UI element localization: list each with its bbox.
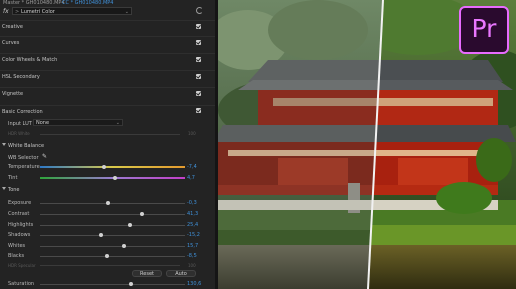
expand-triangle-icon xyxy=(2,143,6,146)
highlights-value[interactable]: 25,4 xyxy=(187,222,198,228)
temperature-knob[interactable] xyxy=(101,165,106,169)
exposure-value[interactable]: -0,3 xyxy=(187,200,197,206)
section-basic-correction[interactable]: Basic Correction xyxy=(2,109,43,115)
section-hsl-secondary[interactable]: HSL Secondary xyxy=(2,74,40,80)
hdr-white-label: HDR White xyxy=(8,131,30,136)
input-lut-dropdown[interactable]: None ⌄ xyxy=(33,119,123,126)
temperature-slider[interactable] xyxy=(40,166,185,168)
reset-button[interactable]: Reset xyxy=(132,270,162,277)
effect-selector-dropdown[interactable]: > Lumetri Color ⌄ xyxy=(12,7,132,15)
saturation-row: Saturation 130,6 xyxy=(0,280,215,288)
contrast-slider[interactable] xyxy=(40,214,185,215)
effect-row: fx > Lumetri Color ⌄ xyxy=(0,6,215,17)
section-vignette[interactable]: Vignette xyxy=(2,91,23,97)
contrast-value[interactable]: 41,3 xyxy=(187,211,198,217)
tint-value[interactable]: 4,7 xyxy=(187,175,195,181)
blacks-slider[interactable] xyxy=(40,256,185,257)
temperature-value[interactable]: -7,4 xyxy=(187,164,197,170)
contrast-label: Contrast xyxy=(8,211,30,217)
tone-row-shadows: Shadows -15,2 xyxy=(0,231,215,239)
white-balance-group[interactable]: White Balance xyxy=(2,143,44,149)
tint-knob[interactable] xyxy=(113,176,118,180)
fx-icon[interactable]: fx xyxy=(3,8,9,15)
hsl-enable-checkbox[interactable] xyxy=(196,74,201,79)
whites-label: Whites xyxy=(8,243,26,249)
section-curves[interactable]: Curves xyxy=(2,40,19,46)
eyedropper-icon[interactable]: ✎ xyxy=(42,153,47,160)
auto-button[interactable]: Auto xyxy=(166,270,196,277)
reset-effect-icon[interactable] xyxy=(196,7,203,14)
shadows-slider[interactable] xyxy=(40,235,185,236)
blacks-label: Blacks xyxy=(8,253,25,259)
vignette-enable-checkbox[interactable] xyxy=(196,91,201,96)
tone-row-exposure: Exposure -0,3 xyxy=(0,199,215,207)
hdr-specular-value: 100 xyxy=(188,263,196,268)
input-lut-value: None xyxy=(36,120,50,126)
white-balance-title: White Balance xyxy=(8,143,45,149)
hdr-white-value: 100 xyxy=(188,131,196,136)
tone-row-contrast: Contrast 41,3 xyxy=(0,210,215,218)
basic-correction-enable-checkbox[interactable] xyxy=(196,108,201,113)
premiere-pro-logo-text: Pr xyxy=(471,14,497,43)
hdr-specular-label: HDR Specular xyxy=(8,263,36,268)
tone-row-blacks: Blacks -8,5 xyxy=(0,252,215,260)
premiere-pro-logo: Pr xyxy=(459,6,509,54)
whites-value[interactable]: 15,7 xyxy=(187,243,198,249)
input-lut-label: Input LUT xyxy=(8,121,32,127)
shadows-knob[interactable] xyxy=(98,233,103,237)
contrast-knob[interactable] xyxy=(139,212,144,216)
color-wheels-enable-checkbox[interactable] xyxy=(196,57,201,62)
hdr-white-slider xyxy=(40,134,180,135)
temperature-row: Temperature -7,4 xyxy=(0,163,215,171)
saturation-slider[interactable] xyxy=(40,284,185,285)
tint-row: Tint 4,7 xyxy=(0,174,215,182)
effect-name: Lumetri Color xyxy=(21,9,55,15)
program-monitor: Pr xyxy=(218,0,516,289)
shadows-value[interactable]: -15,2 xyxy=(187,232,200,238)
saturation-knob[interactable] xyxy=(129,282,134,286)
creative-enable-checkbox[interactable] xyxy=(196,24,201,29)
tone-group[interactable]: Tone xyxy=(2,187,20,193)
expand-triangle-icon xyxy=(2,187,6,190)
exposure-slider[interactable] xyxy=(40,203,185,204)
hdr-specular-slider xyxy=(40,265,180,266)
blacks-value[interactable]: -8,5 xyxy=(187,253,197,259)
whites-knob[interactable] xyxy=(122,244,127,248)
temperature-label: Temperature xyxy=(8,164,40,170)
lumetri-color-panel: Master * GH010480.MP4 CC * GH010480.MP4 … xyxy=(0,0,215,289)
section-color-wheels[interactable]: Color Wheels & Match xyxy=(2,57,57,63)
highlights-slider[interactable] xyxy=(40,225,185,226)
blacks-knob[interactable] xyxy=(104,254,109,258)
tone-title: Tone xyxy=(8,187,20,193)
tone-row-whites: Whites 15,7 xyxy=(0,242,215,250)
chevron-down-icon: ⌄ xyxy=(124,9,129,15)
saturation-value[interactable]: 130,6 xyxy=(187,281,201,287)
chevron-down-icon: ⌄ xyxy=(115,120,120,126)
exposure-label: Exposure xyxy=(8,200,32,206)
curves-enable-checkbox[interactable] xyxy=(196,40,201,45)
expand-arrow-icon: > xyxy=(15,9,20,15)
exposure-knob[interactable] xyxy=(106,201,111,205)
tone-row-highlights: Highlights 25,4 xyxy=(0,221,215,229)
highlights-knob[interactable] xyxy=(127,223,132,227)
highlights-label: Highlights xyxy=(8,222,34,228)
tint-label: Tint xyxy=(8,175,18,181)
shadows-label: Shadows xyxy=(8,232,31,238)
section-creative[interactable]: Creative xyxy=(2,24,23,30)
whites-slider[interactable] xyxy=(40,246,185,247)
wb-selector-label: WB Selector xyxy=(8,155,39,161)
saturation-label: Saturation xyxy=(8,281,35,287)
